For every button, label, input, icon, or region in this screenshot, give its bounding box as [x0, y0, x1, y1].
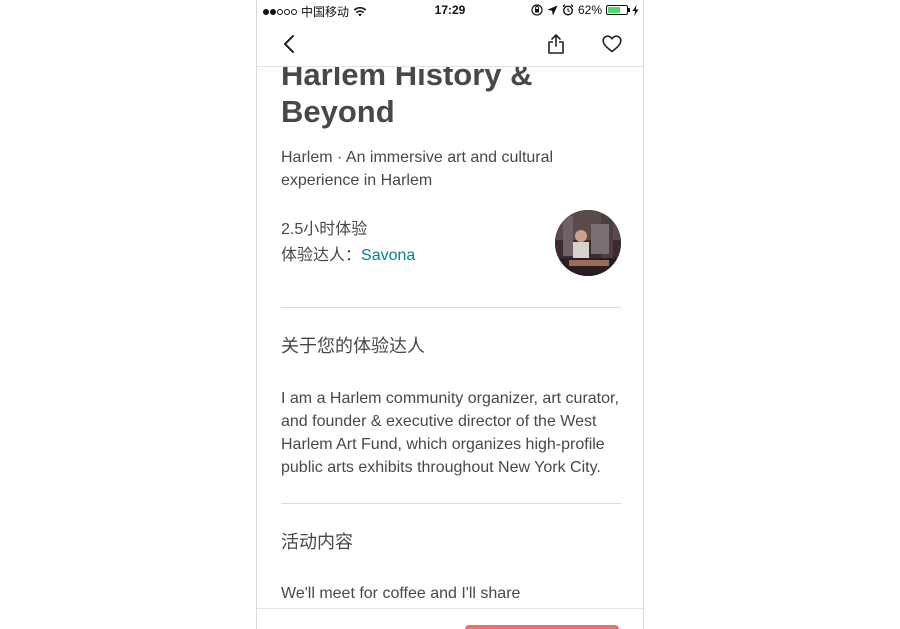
about-host-heading: 关于您的体验达人 — [281, 336, 425, 356]
phone-screen: 中国移动 17:29 62% Harlem History & Beyond H… — [256, 0, 644, 629]
orientation-lock-icon — [531, 4, 543, 16]
back-button[interactable] — [277, 32, 301, 56]
share-icon — [548, 34, 564, 54]
favorite-button[interactable] — [600, 32, 624, 56]
charging-icon — [632, 4, 639, 16]
about-host-text: I am a Harlem community organizer, art c… — [281, 390, 619, 476]
host-label: 体验达人： — [281, 247, 362, 264]
booking-bar — [257, 608, 643, 629]
experience-content[interactable]: Harlem History & Beyond Harlem · An imme… — [281, 56, 621, 605]
host-name-link[interactable]: Savona — [361, 247, 415, 264]
divider — [281, 307, 621, 308]
status-right: 62% — [531, 3, 639, 17]
navigation-bar — [257, 20, 643, 67]
battery-icon — [606, 5, 630, 15]
battery-percent: 62% — [577, 3, 602, 17]
chevron-left-icon — [284, 35, 294, 53]
host-photo — [555, 210, 621, 276]
activity-heading: 活动内容 — [281, 532, 353, 552]
host-avatar[interactable] — [555, 210, 621, 276]
experience-subtitle: Harlem · An immersive art and cultural e… — [281, 149, 554, 189]
heart-icon — [602, 35, 622, 53]
experience-title: Harlem History & Beyond — [281, 57, 533, 129]
location-arrow-icon — [547, 5, 558, 15]
host-summary: 2.5小时体验 体验达人：Savona — [281, 210, 621, 283]
share-button[interactable] — [544, 32, 568, 56]
book-button[interactable] — [465, 625, 619, 629]
divider — [281, 503, 621, 504]
status-bar: 中国移动 17:29 62% — [257, 0, 643, 20]
alarm-icon — [562, 4, 574, 16]
activity-text: We'll meet for coffee and I'll share — [281, 585, 521, 602]
